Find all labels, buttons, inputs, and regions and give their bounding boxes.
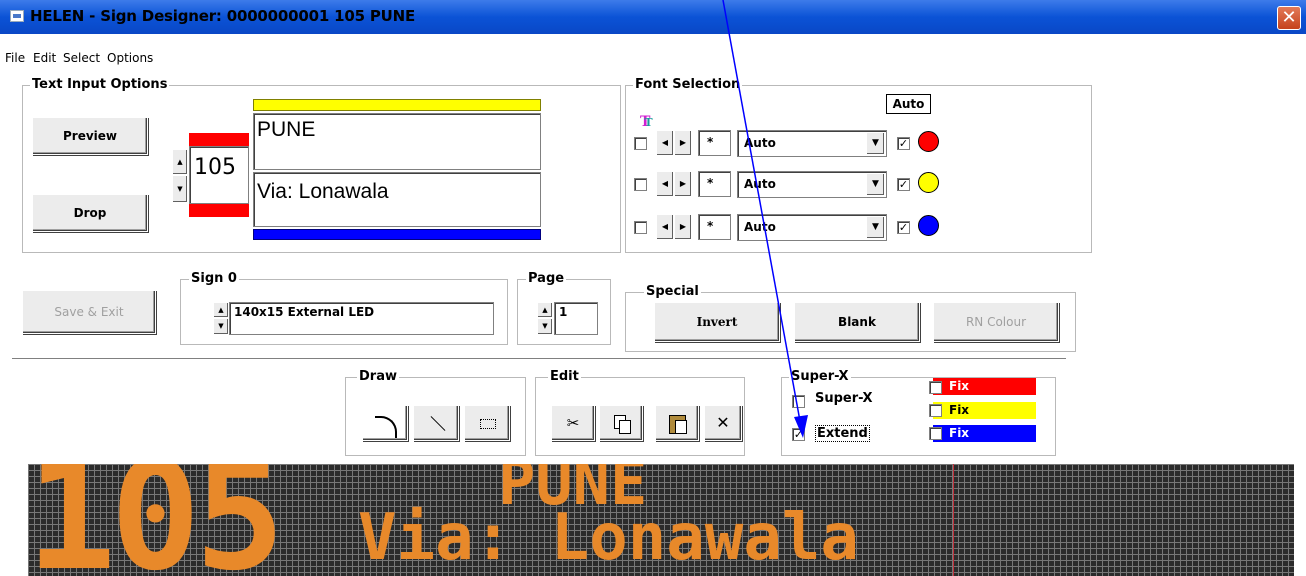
annotation-arrow [722,0,808,438]
annotation-arrow-head [794,415,808,438]
annotation-arrow-line [722,0,801,422]
